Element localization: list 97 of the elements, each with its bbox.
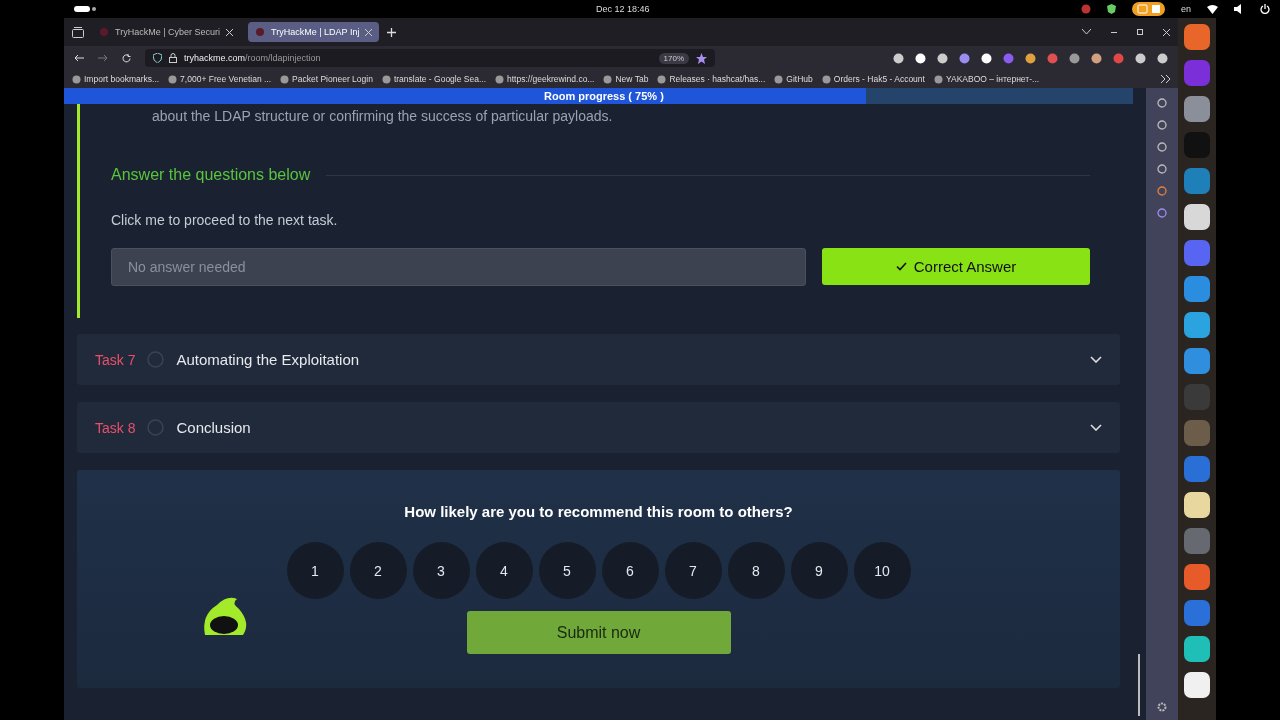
rating-option[interactable]: 10 xyxy=(853,542,911,599)
reload-icon[interactable] xyxy=(122,53,131,63)
bookmark-icon xyxy=(933,74,943,84)
sidebar-tool-icon[interactable] xyxy=(1157,208,1167,218)
submit-button[interactable]: Submit now xyxy=(466,611,731,654)
app-icon[interactable] xyxy=(1184,492,1210,518)
bookmark-icon xyxy=(280,74,290,84)
url-text[interactable]: tryhackme.com/room/ldapinjection xyxy=(184,53,321,63)
rating-option[interactable]: 8 xyxy=(727,542,785,599)
close-icon[interactable] xyxy=(226,28,234,36)
bookmark[interactable]: 7,000+ Free Venetian ... xyxy=(168,74,272,84)
language-indicator[interactable]: en xyxy=(1181,4,1191,14)
rating-option[interactable]: 6 xyxy=(601,542,659,599)
sidebar-tool-icon[interactable] xyxy=(1157,120,1167,130)
shield-icon[interactable] xyxy=(1107,4,1116,14)
task-number: Task 8 xyxy=(95,419,136,436)
task-title: Conclusion xyxy=(176,419,251,436)
bookmark-icon xyxy=(495,74,505,84)
bookmark-icon xyxy=(72,74,81,84)
bookmark-icon xyxy=(603,74,613,84)
bookmark[interactable]: GitHub xyxy=(774,74,813,84)
task-number: Task 7 xyxy=(95,351,136,368)
sidebar-tool-icon[interactable] xyxy=(1157,98,1167,108)
bookmark[interactable]: YAKABOO – інтернет-... xyxy=(933,74,1040,84)
browser-tab[interactable]: TryHackMe | LDAP Inj xyxy=(248,22,380,42)
bookmark[interactable]: https://geekrewind.co... xyxy=(495,74,595,84)
app-icon[interactable] xyxy=(1184,672,1210,698)
rating-option[interactable]: 7 xyxy=(664,542,722,599)
bookmark[interactable]: translate - Google Sea... xyxy=(381,74,487,84)
tab-list-icon[interactable] xyxy=(1082,29,1091,35)
check-icon xyxy=(895,262,907,271)
tab-overview-icon[interactable] xyxy=(72,26,84,38)
bookmark-icon xyxy=(657,74,667,84)
rating-option[interactable]: 4 xyxy=(475,542,533,599)
sidebar-tool-icon[interactable] xyxy=(1157,164,1167,174)
bookmark[interactable]: Orders - Hak5 - Account xyxy=(821,74,925,84)
bookmark[interactable]: Packet Pioneer Login xyxy=(280,74,373,84)
task-row[interactable]: Task 8 Conclusion xyxy=(77,402,1120,453)
favicon-icon xyxy=(99,27,109,37)
rating-option[interactable]: 5 xyxy=(538,542,596,599)
chevron-down-icon[interactable] xyxy=(1090,356,1102,363)
sidebar-tool-icon[interactable] xyxy=(1157,142,1167,152)
app-icon[interactable] xyxy=(1184,204,1210,230)
restore-icon[interactable] xyxy=(1137,29,1143,35)
extension-icon[interactable] xyxy=(937,52,948,64)
sidebar-tool-icon[interactable] xyxy=(1157,186,1167,196)
extension-icon[interactable] xyxy=(1091,52,1102,64)
address-bar[interactable]: tryhackme.com/room/ldapinjection 170% xyxy=(145,49,715,67)
task-row[interactable]: Task 7 Automating the Exploitation xyxy=(77,334,1120,385)
rating-option[interactable]: 1 xyxy=(286,542,344,599)
task-text: about the LDAP structure or confirming the success of particular payloads. xyxy=(152,108,614,124)
close-icon[interactable] xyxy=(1163,28,1170,36)
app-icon[interactable] xyxy=(1184,636,1210,662)
new-tab-icon[interactable] xyxy=(387,27,397,37)
rating-option[interactable]: 3 xyxy=(412,542,470,599)
extension-icon[interactable] xyxy=(1157,52,1168,64)
activities-icon[interactable] xyxy=(74,6,96,12)
rating-option[interactable]: 2 xyxy=(349,542,407,599)
star-icon[interactable] xyxy=(696,52,707,64)
screen-record-icon[interactable] xyxy=(1132,2,1165,16)
bookmark[interactable]: Releases · hashcat/has... xyxy=(657,74,766,84)
task-title: Automating the Exploitation xyxy=(176,351,360,368)
volume-icon[interactable] xyxy=(1234,4,1244,14)
chevron-icon[interactable] xyxy=(1161,75,1170,83)
progress-label: Room progress ( 75% ) xyxy=(544,90,664,102)
rating-option[interactable]: 9 xyxy=(790,542,848,599)
forward-icon[interactable] xyxy=(98,54,108,62)
bookmark-icon xyxy=(381,74,391,84)
extension-icon[interactable] xyxy=(915,52,926,64)
extension-icon[interactable] xyxy=(1025,52,1036,64)
bookmark[interactable]: New Tab xyxy=(603,74,649,84)
bookmark-icon xyxy=(821,74,831,84)
zoom-level[interactable]: 170% xyxy=(658,52,689,64)
question-text: Click me to proceed to the next task. xyxy=(111,212,339,228)
bookmark-icon xyxy=(774,74,784,84)
shield-icon[interactable] xyxy=(153,53,162,63)
date-time[interactable]: Dec 12 18:46 xyxy=(596,4,650,14)
favicon-icon xyxy=(255,27,266,37)
browser-tab[interactable]: TryHackMe | Cyber Securi xyxy=(92,22,241,42)
tray-icon[interactable] xyxy=(1081,4,1091,14)
correct-answer-button[interactable]: Correct Answer xyxy=(822,248,1090,285)
extension-icon[interactable] xyxy=(1135,52,1146,64)
rating-question: How likely are you to recommend this room to others? xyxy=(404,503,793,520)
bookmark-icon xyxy=(168,74,178,84)
section-heading: Answer the questions below xyxy=(111,166,311,184)
minimize-icon[interactable] xyxy=(1111,31,1117,33)
settings-icon[interactable] xyxy=(1157,702,1167,712)
scrollbar-thumb[interactable] xyxy=(1138,654,1140,716)
extension-icon[interactable] xyxy=(893,52,904,64)
power-icon[interactable] xyxy=(1260,4,1270,14)
extension-icon[interactable] xyxy=(981,52,992,64)
bookmark[interactable]: Import bookmarks... xyxy=(72,74,160,84)
chevron-down-icon[interactable] xyxy=(1090,424,1102,431)
back-icon[interactable] xyxy=(74,54,84,62)
lock-icon[interactable] xyxy=(169,53,177,63)
wifi-icon[interactable] xyxy=(1207,4,1218,14)
app-icon[interactable] xyxy=(1184,312,1210,338)
